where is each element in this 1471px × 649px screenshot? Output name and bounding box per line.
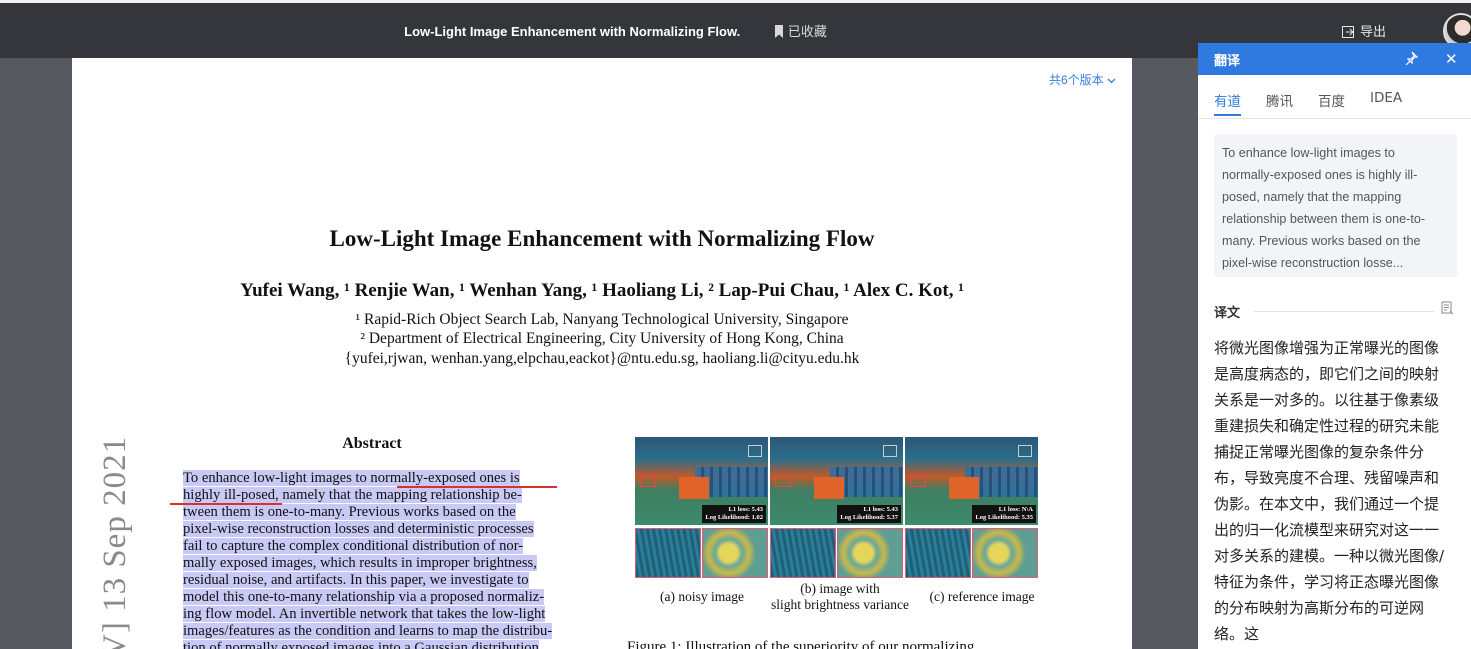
- figure-tile-b: L1 loss: 5.43 Log Likelihood: 5.37: [770, 437, 903, 525]
- abstract-text[interactable]: To enhance low-light images to normally-…: [183, 470, 563, 649]
- annotation-underline: [397, 486, 557, 488]
- figure-crop: [837, 528, 903, 578]
- figure-tile-c: L1 loss: N\A Log Likelihood: 5.35: [905, 437, 1038, 525]
- figure-caption-b: (b) image with slight brightness variance: [771, 581, 909, 612]
- arxiv-stamp: V] 13 Sep 2021: [97, 435, 133, 649]
- favorite-button[interactable]: 已收藏: [774, 24, 827, 39]
- versions-dropdown[interactable]: 共6个版本: [1049, 71, 1116, 88]
- figure-caption-c: (c) reference image: [929, 589, 1035, 604]
- versions-label: 共6个版本: [1048, 73, 1104, 87]
- paper-authors: Yufei Wang, ¹ Renjie Wan, ¹ Wenhan Yang,…: [240, 280, 964, 301]
- bookmark-icon: [774, 25, 783, 38]
- divider: [1254, 311, 1434, 312]
- pin-icon[interactable]: [1404, 51, 1418, 65]
- abstract-line: fail to capture the complex conditional …: [183, 538, 524, 554]
- paper-title: Low-Light Image Enhancement with Normali…: [329, 226, 875, 251]
- abstract-line: mally exposed images, which results in i…: [183, 555, 537, 571]
- tile-caption: L1 loss: N\A Log Likelihood: 5.35: [972, 505, 1036, 523]
- figure-caption-line: Figure 1: Illustration of the superiorit…: [627, 639, 975, 649]
- abstract-line: highly ill-posed, namely that the mappin…: [183, 487, 522, 503]
- abstract-line: tween them is one-to-many. Previous work…: [183, 504, 516, 520]
- document-title-area: Low-Light Image Enhancement with Normali…: [0, 21, 1231, 40]
- panel-title: 翻译: [1214, 54, 1241, 69]
- abstract-line: residual noise, and artifacts. In this p…: [183, 572, 529, 588]
- export-button[interactable]: 导出: [1342, 21, 1386, 40]
- panel-header: 翻译 ✕: [1198, 43, 1471, 75]
- favorite-label: 已收藏: [787, 24, 827, 39]
- figure-tile-a: L1 loss: 5.43 Log Likelihood: 1.02: [635, 437, 768, 525]
- abstract-line: model this one-to-many relationship via …: [183, 589, 545, 605]
- tab-tencent[interactable]: 腾讯: [1266, 90, 1293, 110]
- abstract-line: To enhance low-light images to normally-…: [183, 470, 520, 486]
- figure-crop: [972, 528, 1038, 578]
- figure-caption-a: (a) noisy image: [660, 589, 744, 604]
- figure-crop: [905, 528, 971, 578]
- figure-crop: [770, 528, 836, 578]
- copy-icon[interactable]: [1440, 301, 1454, 315]
- result-label: 译文: [1214, 306, 1241, 321]
- close-icon[interactable]: ✕: [1445, 50, 1458, 68]
- tab-youdao[interactable]: 有道: [1214, 90, 1241, 116]
- tab-baidu[interactable]: 百度: [1318, 90, 1345, 110]
- figure-crop: [702, 528, 768, 578]
- affiliation-2: ² Department of Electrical Engineering, …: [360, 330, 844, 347]
- document-title: Low-Light Image Enhancement with Normali…: [404, 24, 741, 39]
- source-text[interactable]: To enhance low-light images to normally-…: [1214, 134, 1457, 277]
- abstract-heading: Abstract: [342, 435, 402, 452]
- figure-1: L1 loss: 5.43 Log Likelihood: 1.02 L1 los…: [635, 437, 1038, 580]
- tabs-divider: [1198, 118, 1471, 119]
- abstract-line: pixel-wise reconstruction losses and det…: [183, 521, 534, 537]
- export-label: 导出: [1360, 24, 1387, 39]
- translate-panel: 翻译 ✕ 有道 腾讯 百度 IDEA To enhance low-light …: [1198, 43, 1471, 649]
- author-emails: {yufei,rjwan, wenhan.yang,elpchau,eackot…: [344, 350, 860, 367]
- annotation-underline: [170, 503, 282, 505]
- paper-page: 共6个版本 Low-Light Image Enhancement with N…: [72, 58, 1132, 649]
- abstract-line: ing flow model. An invertible network th…: [183, 606, 546, 622]
- abstract-line: images/features as the condition and lea…: [183, 623, 553, 639]
- translation-result[interactable]: 将微光图像增强为正常曝光的图像是高度病态的，即它们之间的映射关系是一对多的。以往…: [1214, 335, 1446, 647]
- tab-idea[interactable]: IDEA: [1370, 90, 1402, 106]
- chevron-down-icon: [1107, 78, 1116, 84]
- abstract-line: tion of normally exposed images into a G…: [183, 640, 563, 649]
- tile-caption: L1 loss: 5.43 Log Likelihood: 5.37: [837, 505, 901, 523]
- export-icon: [1342, 26, 1354, 38]
- tile-caption: L1 loss: 5.43 Log Likelihood: 1.02: [702, 505, 766, 523]
- figure-crop: [635, 528, 701, 578]
- affiliation-1: ¹ Rapid-Rich Object Search Lab, Nanyang …: [355, 311, 849, 328]
